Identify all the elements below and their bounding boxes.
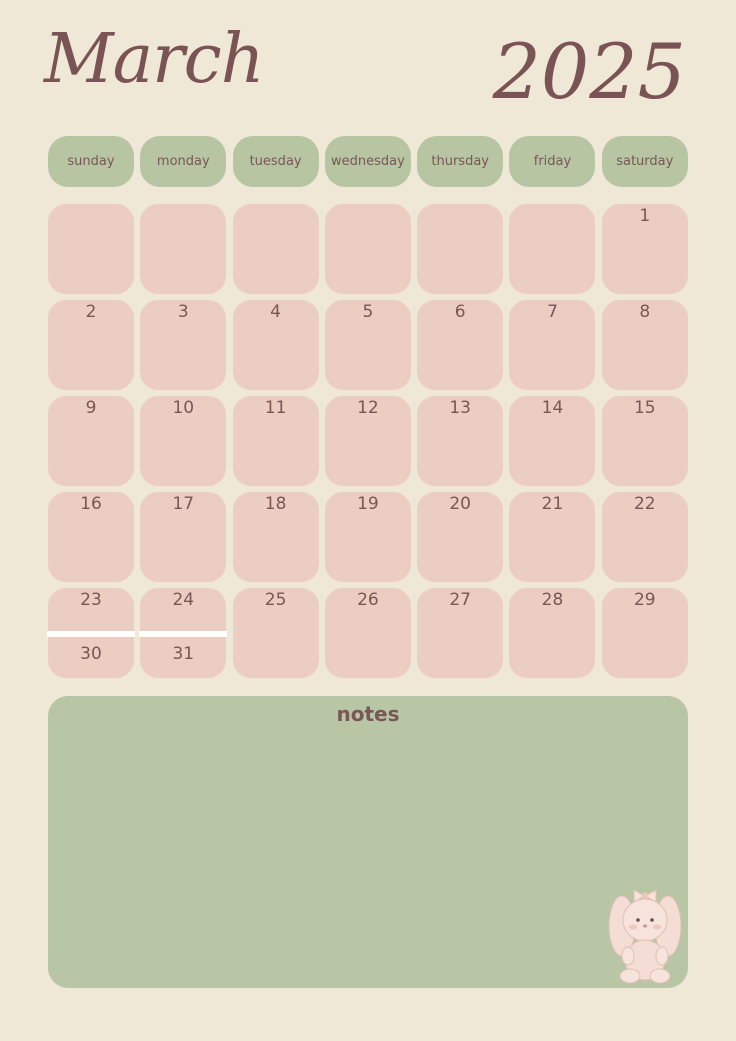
day-cell[interactable]: 14 (509, 396, 596, 486)
day-number: 13 (449, 398, 471, 418)
day-cell[interactable]: 26 (324, 588, 411, 678)
weekday-monday: monday (140, 136, 227, 187)
day-number: 4 (270, 302, 281, 322)
day-number: 8 (639, 302, 651, 322)
notes-panel[interactable]: notes (48, 696, 688, 988)
day-cell[interactable]: 27 (417, 588, 504, 678)
day-cell[interactable]: 15 (601, 396, 688, 486)
calendar-grid: 1 2 3 4 5 6 7 8 9 10 11 12 13 14 15 16 1… (47, 204, 688, 678)
day-cell[interactable]: 12 (324, 396, 411, 486)
day-cell[interactable]: 22 (601, 492, 688, 582)
day-number: 20 (449, 494, 471, 514)
day-number: 17 (172, 494, 195, 514)
day-cell[interactable]: 20 (417, 492, 504, 582)
split-divider (139, 631, 228, 637)
day-cell[interactable]: 5 (324, 300, 411, 390)
day-cell[interactable] (509, 204, 596, 294)
day-cell[interactable]: 4 (232, 300, 319, 390)
weekday-thursday: thursday (417, 136, 504, 187)
day-number-overflow: 30 (80, 644, 102, 664)
day-cell[interactable]: 7 (509, 300, 596, 390)
day-number: 22 (633, 494, 656, 514)
day-cell[interactable]: 29 (601, 588, 688, 678)
day-cell[interactable]: 25 (232, 588, 319, 678)
day-cell[interactable]: 16 (48, 492, 134, 582)
day-number: 19 (357, 494, 379, 514)
day-cell[interactable]: 1 (601, 204, 688, 294)
month-title: March (44, 20, 265, 99)
day-cell[interactable] (48, 204, 134, 294)
day-number-overflow: 31 (172, 644, 195, 664)
day-cell[interactable] (324, 204, 411, 294)
day-cell[interactable]: 6 (417, 300, 504, 390)
day-cell[interactable]: 17 (140, 492, 227, 582)
day-number: 5 (362, 302, 374, 322)
day-cell-split[interactable]: 23 30 (47, 588, 135, 678)
day-number: 16 (80, 494, 102, 514)
weekday-header-row: sunday monday tuesday wednesday thursday… (48, 136, 688, 187)
day-number: 6 (454, 302, 466, 322)
day-number: 2 (85, 302, 97, 322)
day-number: 23 (80, 590, 102, 610)
day-number: 18 (264, 494, 287, 514)
day-cell-split[interactable]: 24 31 (139, 588, 228, 678)
day-cell[interactable]: 9 (48, 396, 134, 486)
notes-title: notes (336, 702, 400, 726)
day-number: 3 (177, 302, 189, 322)
day-number: 11 (264, 398, 287, 418)
day-number: 26 (357, 590, 379, 610)
day-number: 1 (639, 206, 651, 226)
day-cell[interactable] (140, 204, 227, 294)
day-cell[interactable]: 21 (509, 492, 596, 582)
day-cell[interactable] (417, 204, 504, 294)
day-number: 27 (449, 590, 471, 610)
day-cell[interactable]: 3 (140, 300, 227, 390)
day-number: 25 (264, 590, 287, 610)
day-number: 24 (172, 590, 195, 610)
day-number: 9 (85, 398, 97, 418)
day-number: 29 (633, 590, 656, 610)
year-title: 2025 (492, 27, 686, 116)
weekday-sunday: sunday (48, 136, 134, 187)
day-cell[interactable]: 11 (232, 396, 319, 486)
split-divider (47, 631, 135, 637)
day-number: 10 (172, 398, 195, 418)
day-cell[interactable] (232, 204, 319, 294)
day-number: 14 (541, 398, 564, 418)
bunny-plush-icon (608, 889, 682, 984)
day-cell[interactable]: 13 (417, 396, 504, 486)
day-cell[interactable]: 18 (232, 492, 319, 582)
day-cell[interactable]: 2 (48, 300, 134, 390)
day-number: 21 (541, 494, 564, 514)
day-cell[interactable]: 8 (601, 300, 688, 390)
weekday-tuesday: tuesday (232, 136, 319, 187)
weekday-friday: friday (509, 136, 596, 187)
day-cell[interactable]: 28 (509, 588, 596, 678)
weekday-saturday: saturday (601, 136, 688, 187)
day-number: 7 (547, 302, 558, 322)
day-cell[interactable]: 19 (324, 492, 411, 582)
day-number: 15 (633, 398, 656, 418)
weekday-wednesday: wednesday (324, 136, 411, 187)
day-number: 12 (357, 398, 379, 418)
day-cell[interactable]: 10 (140, 396, 227, 486)
day-number: 28 (541, 590, 564, 610)
